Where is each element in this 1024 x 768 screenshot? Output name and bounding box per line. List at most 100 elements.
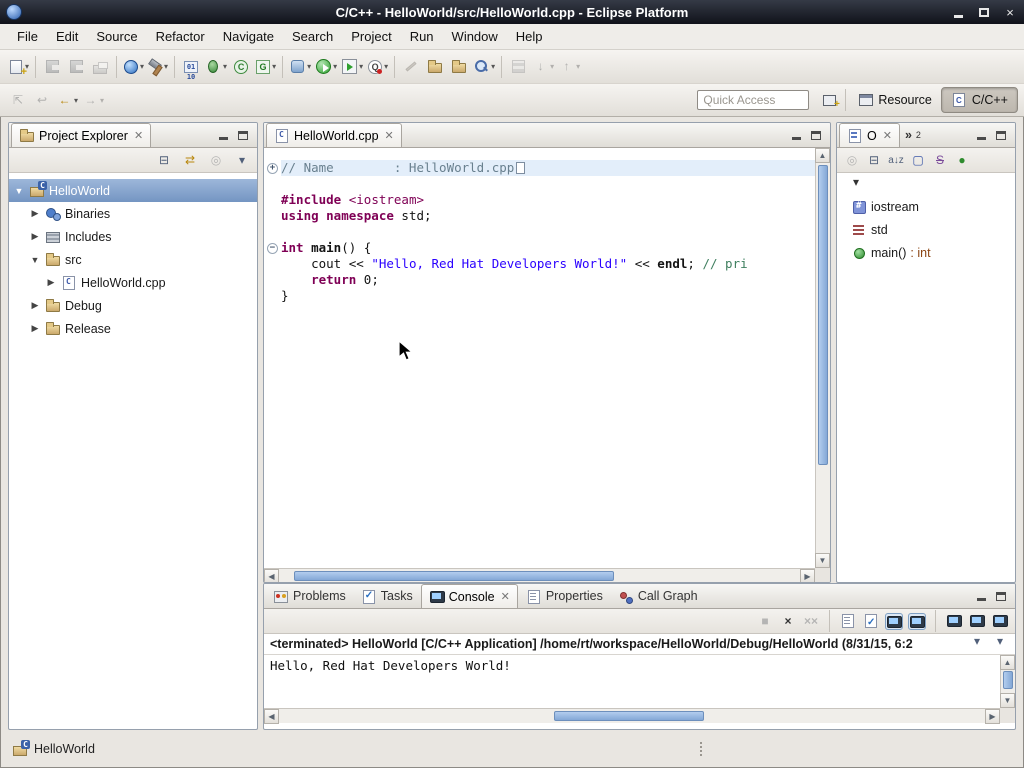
menu-file[interactable]: File (8, 25, 47, 48)
scroll-down-arrow[interactable]: ▼ (1000, 693, 1015, 708)
close-tab-icon[interactable]: ✕ (134, 129, 143, 142)
editor-horizontal-scrollbar[interactable]: ◀ ▶ (264, 568, 815, 583)
chevron-down-icon[interactable]: ▼ (29, 255, 41, 265)
minimize-view-button[interactable] (215, 127, 231, 143)
focus-button[interactable]: ◎ (843, 152, 861, 169)
fold-expanded-icon[interactable] (267, 243, 278, 254)
editor-vertical-scrollbar[interactable]: ▲ ▼ (815, 148, 830, 568)
hide-non-public-button[interactable]: ● (953, 152, 971, 169)
prev-annotation-button[interactable]: ↑▾ (556, 54, 582, 80)
grid-button[interactable] (506, 54, 530, 80)
scroll-right-arrow[interactable]: ▶ (800, 569, 815, 583)
binary-console-button[interactable]: 0110 (179, 54, 203, 80)
tree-item-binaries[interactable]: ▶ Binaries (9, 202, 257, 225)
menu-refactor[interactable]: Refactor (147, 25, 214, 48)
scroll-down-arrow[interactable]: ▼ (815, 553, 830, 568)
open-perspective-button[interactable] (817, 87, 841, 113)
view-stack-chevron[interactable]: »2 (901, 123, 925, 147)
minimize-view-button[interactable] (973, 127, 989, 143)
fold-collapsed-icon[interactable] (267, 163, 278, 174)
scroll-up-arrow[interactable]: ▲ (1000, 655, 1015, 670)
hide-fields-button[interactable]: ▢ (909, 152, 927, 169)
tree-item-src[interactable]: ▼ src (9, 248, 257, 271)
browser-button[interactable]: ▾ (121, 54, 146, 80)
scrollbar-thumb[interactable] (554, 711, 704, 721)
close-tab-icon[interactable]: ✕ (883, 129, 892, 142)
focus-button[interactable]: ◎ (207, 152, 225, 169)
build-button[interactable]: ▾ (146, 54, 170, 80)
chevron-right-icon[interactable]: ▶ (29, 231, 41, 242)
open-console-dropdown[interactable]: ▾ (991, 613, 1009, 630)
coverage-button[interactable]: C (229, 54, 253, 80)
external-tools-button[interactable]: Q▾ (365, 54, 390, 80)
tab-problems[interactable]: Problems (266, 584, 353, 608)
menu-window[interactable]: Window (443, 25, 507, 48)
quick-access-input[interactable] (697, 90, 809, 110)
tree-item-helloworld[interactable]: ▼ HelloWorld (9, 179, 257, 202)
terminate-button[interactable]: ■ (756, 613, 774, 630)
show-stdout-button[interactable] (885, 613, 903, 630)
scroll-lock-button[interactable] (862, 613, 880, 630)
display-console-dropdown[interactable]: ▾ (968, 613, 986, 630)
tab-properties[interactable]: Properties (519, 584, 610, 608)
scroll-left-arrow[interactable]: ◀ (264, 569, 279, 583)
remove-all-launches-button[interactable]: ×× (802, 613, 820, 630)
tree-item-includes[interactable]: ▶ Includes (9, 225, 257, 248)
new-button[interactable]: ▾ (6, 54, 31, 80)
chevron-right-icon[interactable]: ▶ (29, 300, 41, 311)
console-vertical-scrollbar[interactable]: ▲ ▼ (1000, 655, 1015, 708)
tab-helloworld-cpp[interactable]: HelloWorld.cpp ✕ (266, 123, 402, 147)
code-area[interactable]: // Name : HelloWorld.cpp #include <iostr… (264, 148, 815, 568)
folded-region-box[interactable] (516, 162, 525, 174)
chevron-right-icon[interactable]: ▶ (29, 208, 41, 219)
last-edit-location-button[interactable]: ↩ (30, 87, 54, 113)
chevron-right-icon[interactable]: ▶ (45, 277, 57, 288)
chevron-down-icon[interactable]: ▼ (13, 186, 25, 196)
close-tab-icon[interactable]: ✕ (385, 129, 394, 142)
maximize-view-button[interactable] (993, 127, 1009, 143)
tab-outline[interactable]: O ✕ (839, 123, 900, 147)
statusbar-grip[interactable] (700, 742, 702, 756)
view-menu-button[interactable]: ▾ (847, 174, 865, 191)
pin-editor-button[interactable]: ⇱ (6, 87, 30, 113)
maximize-view-button[interactable] (235, 127, 251, 143)
console-output-text[interactable]: Hello, Red Hat Developers World! (264, 655, 1015, 676)
close-tab-icon[interactable]: ✕ (501, 590, 510, 603)
close-window-button[interactable]: × (1002, 4, 1018, 20)
tab-project-explorer[interactable]: Project Explorer ✕ (11, 123, 151, 147)
tab-call-graph[interactable]: Call Graph (611, 584, 705, 608)
menu-navigate[interactable]: Navigate (214, 25, 283, 48)
menu-edit[interactable]: Edit (47, 25, 87, 48)
run-button[interactable]: ▾ (313, 54, 339, 80)
save-all-button[interactable] (64, 54, 88, 80)
menu-source[interactable]: Source (87, 25, 146, 48)
collapse-all-button[interactable]: ⊟ (155, 152, 173, 169)
next-annotation-button[interactable]: ↓▾ (530, 54, 556, 80)
minimize-view-button[interactable] (973, 588, 989, 604)
collapse-all-button[interactable]: ⊟ (865, 152, 883, 169)
save-button[interactable] (40, 54, 64, 80)
run-history-button[interactable]: ▾ (339, 54, 365, 80)
outline-item-std[interactable]: std (837, 218, 1015, 241)
minimize-window-button[interactable] (950, 4, 966, 20)
hide-static-button[interactable]: S (931, 152, 949, 169)
remove-launch-button[interactable]: × (779, 613, 797, 630)
show-stderr-button[interactable] (908, 613, 926, 630)
menu-project[interactable]: Project (342, 25, 400, 48)
tab-console[interactable]: Console✕ (421, 584, 518, 608)
menu-help[interactable]: Help (507, 25, 552, 48)
forward-button[interactable]: →▾ (80, 87, 106, 113)
scrollbar-thumb[interactable] (294, 571, 614, 581)
outline-item-main[interactable]: main() : int (837, 241, 1015, 264)
debug-button[interactable]: ▾ (203, 54, 229, 80)
pin-console-button[interactable] (945, 613, 963, 630)
view-menu-button[interactable]: ▾ (233, 152, 251, 169)
console-horizontal-scrollbar[interactable]: ◀ ▶ (264, 708, 1000, 723)
maximize-window-button[interactable] (976, 4, 992, 20)
clear-console-button[interactable] (839, 613, 857, 630)
tree-item-helloworld-cpp[interactable]: ▶ HelloWorld.cpp (9, 271, 257, 294)
open-resource-button[interactable] (423, 54, 447, 80)
sort-button[interactable]: a↓z (887, 152, 905, 169)
chevron-right-icon[interactable]: ▶ (29, 323, 41, 334)
scroll-right-arrow[interactable]: ▶ (985, 709, 1000, 724)
